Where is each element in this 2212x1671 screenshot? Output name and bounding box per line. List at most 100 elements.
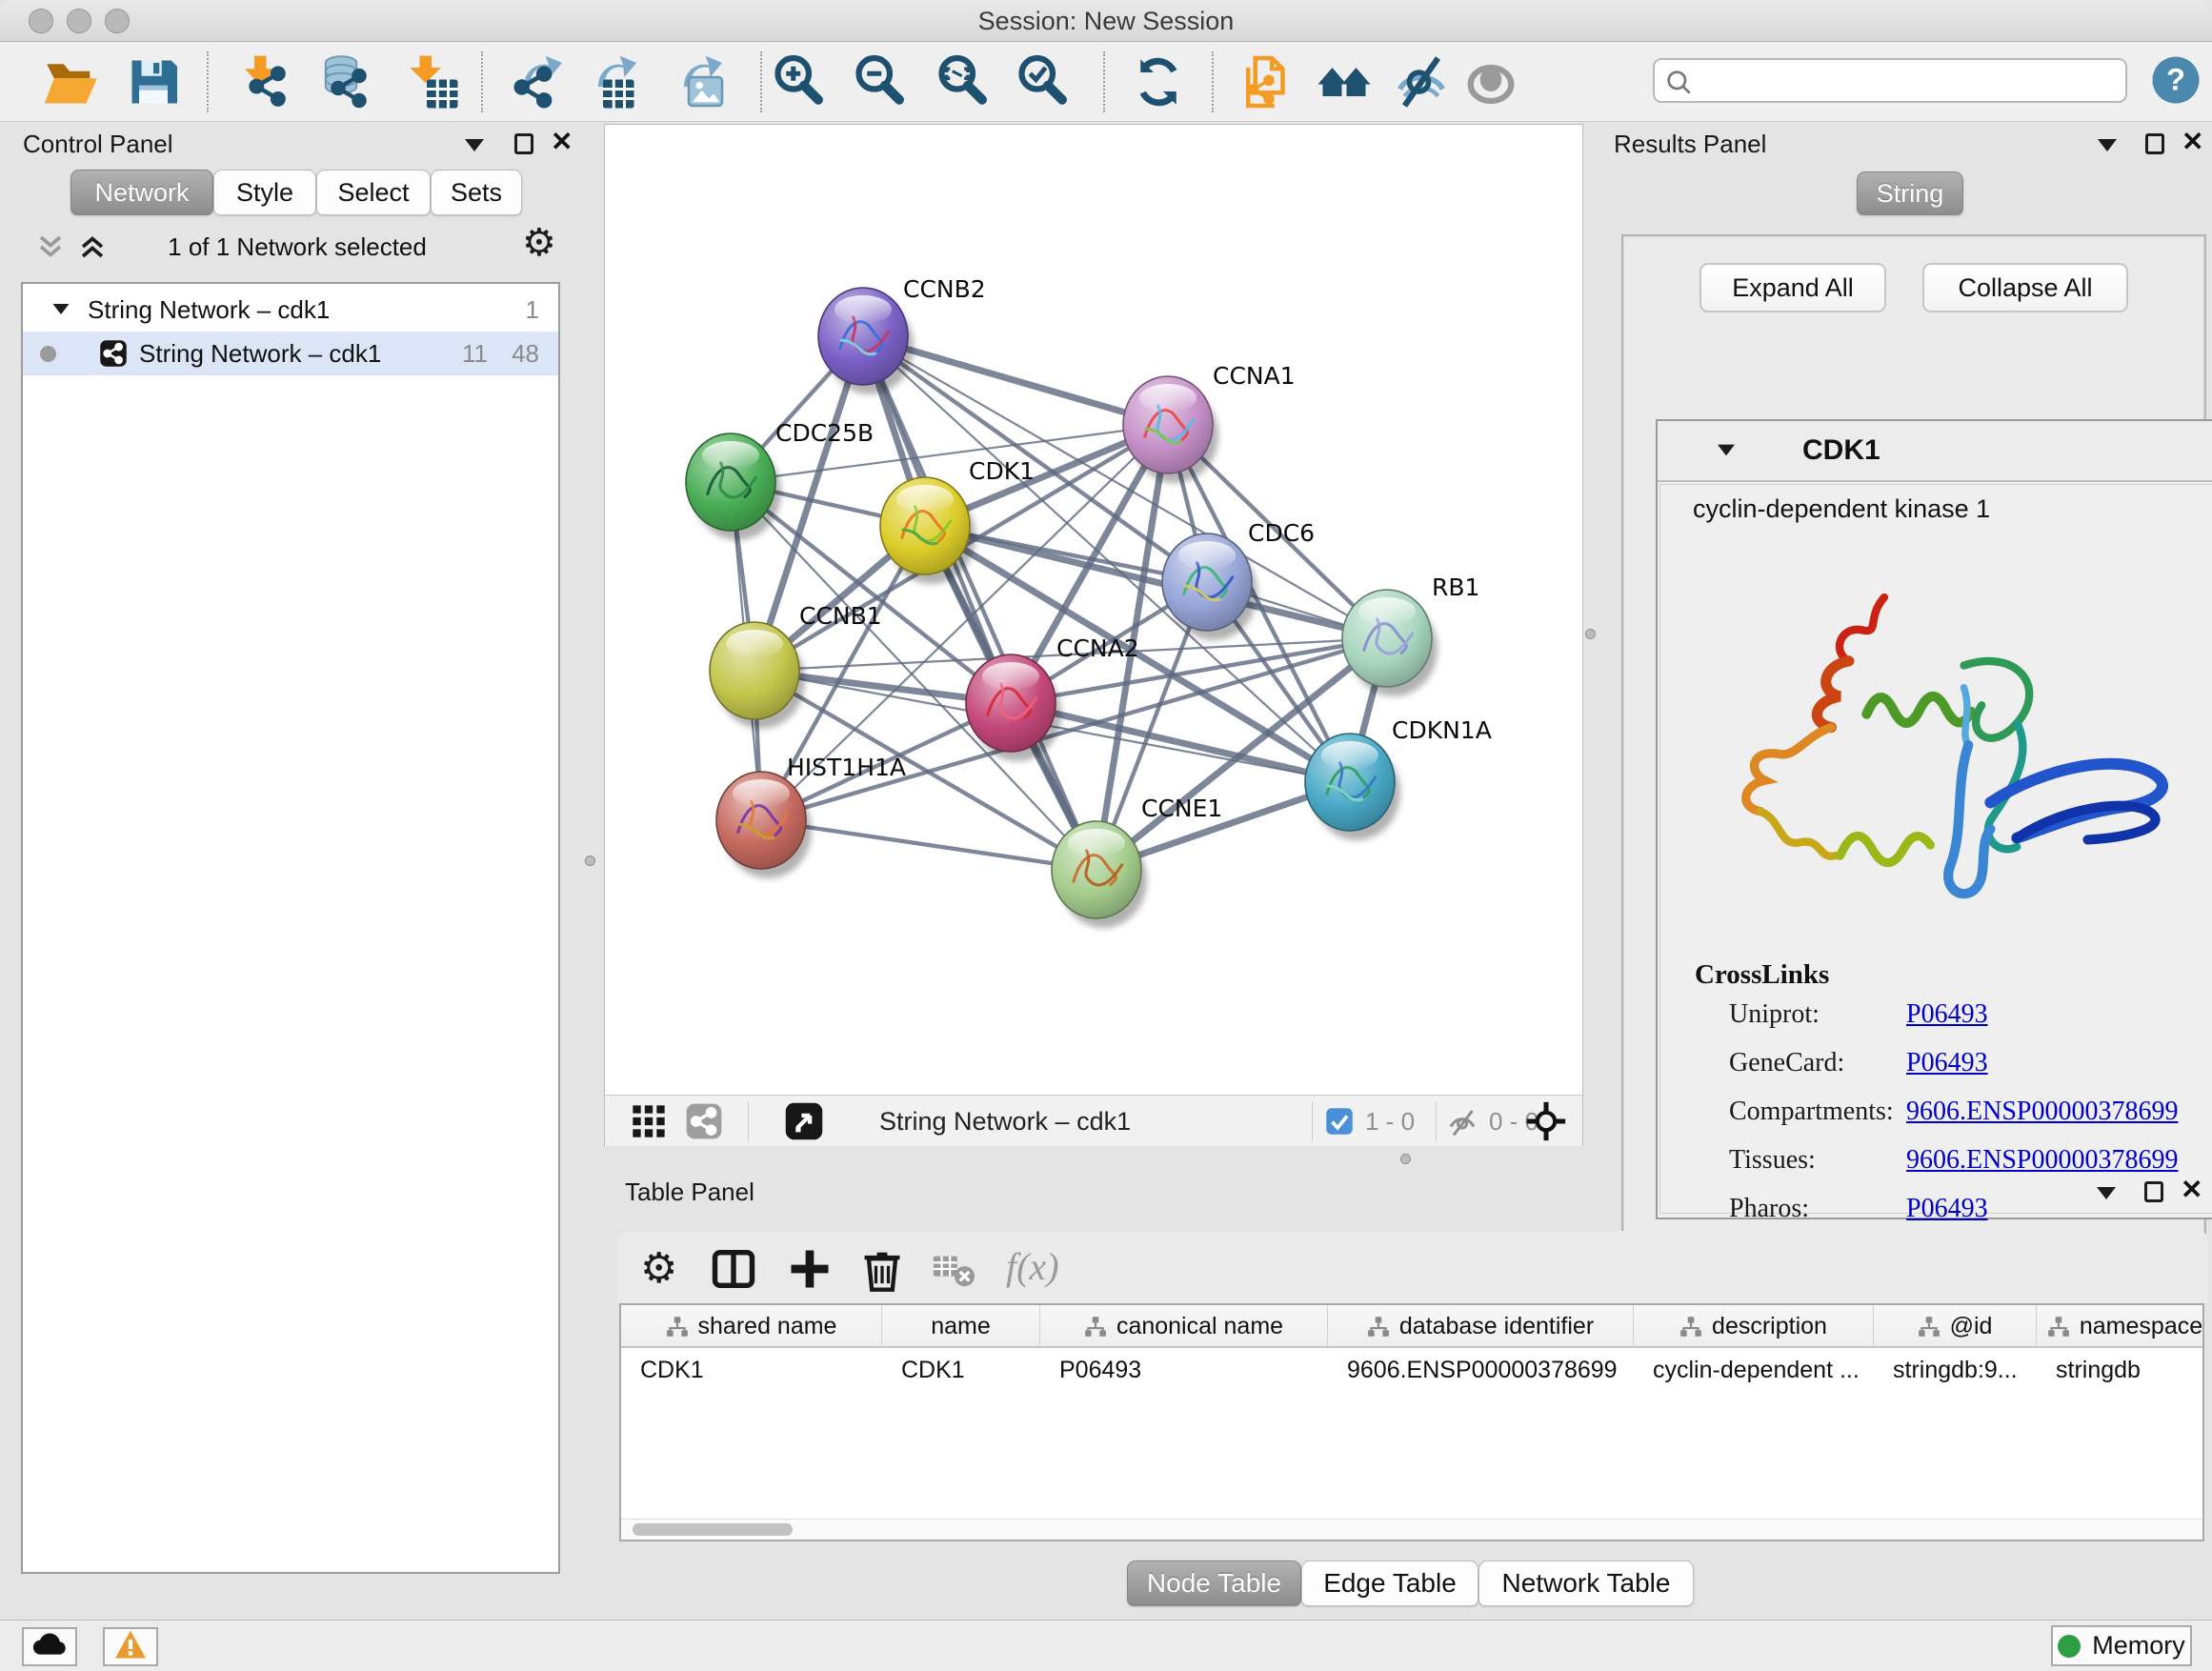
tab-edge-table[interactable]: Edge Table bbox=[1301, 1560, 1478, 1606]
table-panel-close-icon[interactable]: ✕ bbox=[2181, 1179, 2202, 1200]
tab-node-table[interactable]: Node Table bbox=[1127, 1560, 1301, 1606]
control-panel-float-icon[interactable] bbox=[514, 133, 533, 154]
import-table-icon[interactable] bbox=[403, 53, 460, 111]
tab-network-table[interactable]: Network Table bbox=[1478, 1560, 1694, 1606]
node-CCNA1[interactable] bbox=[1123, 376, 1218, 483]
collection-expander-icon[interactable] bbox=[53, 304, 70, 314]
footer-separator bbox=[748, 1101, 749, 1141]
import-network-icon[interactable] bbox=[235, 53, 292, 111]
column-header-canonical-name[interactable]: canonical name bbox=[1040, 1305, 1328, 1348]
node-CCNB2[interactable] bbox=[818, 288, 914, 394]
table-columns-icon[interactable] bbox=[709, 1244, 758, 1294]
collapse-all-button[interactable]: Collapse All bbox=[1922, 263, 2128, 312]
column-header-namespace[interactable]: namespace bbox=[2037, 1305, 2204, 1348]
results-panel-menu-icon[interactable] bbox=[2098, 139, 2117, 151]
toolbar-separator bbox=[1212, 51, 1214, 112]
gene-body: cyclin-dependent kinase 1 bbox=[1659, 484, 2212, 1214]
control-panel-close-icon[interactable]: ✕ bbox=[551, 131, 573, 152]
table-delete-column-icon[interactable] bbox=[857, 1244, 907, 1294]
expand-all-button[interactable]: Expand All bbox=[1699, 263, 1886, 312]
help-icon[interactable]: ? bbox=[2149, 53, 2202, 107]
gene-header[interactable]: CDK1 bbox=[1658, 421, 2212, 482]
search-input[interactable] bbox=[1704, 62, 2114, 98]
results-panel-float-icon[interactable] bbox=[2145, 133, 2164, 154]
import-network-database-icon[interactable] bbox=[317, 53, 374, 111]
node-CDKN1A[interactable] bbox=[1305, 734, 1400, 840]
table-gear-icon[interactable]: ⚙ bbox=[640, 1244, 690, 1294]
table-cell[interactable]: stringdb:9... bbox=[1874, 1350, 2037, 1390]
network-overview-icon[interactable] bbox=[1316, 53, 1373, 111]
cloud-button[interactable] bbox=[22, 1627, 77, 1666]
warning-button[interactable] bbox=[103, 1627, 158, 1666]
export-image-icon[interactable] bbox=[670, 53, 727, 111]
table-cell[interactable]: stringdb bbox=[2037, 1350, 2204, 1390]
zoom-in-icon[interactable] bbox=[771, 53, 828, 111]
control-panel-menu-icon[interactable] bbox=[465, 139, 484, 151]
column-header-name[interactable]: name bbox=[882, 1305, 1040, 1348]
gene-expander-icon[interactable] bbox=[1718, 445, 1735, 456]
collapse-all-icon[interactable] bbox=[34, 231, 67, 263]
edge-CCNA2-CDKN1A[interactable] bbox=[1011, 703, 1350, 782]
column-header-description[interactable]: description bbox=[1634, 1305, 1874, 1348]
table-cell[interactable]: 9606.ENSP00000378699 bbox=[1328, 1350, 1634, 1390]
footer-separator bbox=[1436, 1101, 1437, 1141]
node-HIST1H1A[interactable] bbox=[716, 772, 812, 878]
node-CDK1[interactable] bbox=[880, 477, 975, 584]
edge-CDK1-RB1[interactable] bbox=[925, 526, 1387, 638]
edge-CCNB2-CCNE1[interactable] bbox=[863, 336, 1096, 870]
bottom-splitter-handle[interactable] bbox=[1400, 1154, 1411, 1164]
tab-select[interactable]: Select bbox=[316, 170, 431, 215]
column-header-shared-name[interactable]: shared name bbox=[621, 1305, 882, 1348]
table-cell[interactable]: P06493 bbox=[1040, 1350, 1328, 1390]
tab-sets[interactable]: Sets bbox=[431, 170, 522, 215]
zoom-fit-icon[interactable] bbox=[935, 53, 992, 111]
results-panel-close-icon[interactable]: ✕ bbox=[2182, 131, 2203, 152]
export-table-icon[interactable] bbox=[584, 53, 641, 111]
grid-view-icon[interactable] bbox=[630, 1102, 668, 1140]
crosslink-link[interactable]: P06493 bbox=[1906, 1048, 1988, 1078]
node-RB1[interactable] bbox=[1342, 590, 1438, 696]
tab-network[interactable]: Network bbox=[70, 170, 213, 215]
table-cell[interactable]: CDK1 bbox=[882, 1350, 1040, 1390]
export-network-icon[interactable] bbox=[510, 53, 567, 111]
memory-button[interactable]: Memory bbox=[2051, 1625, 2192, 1666]
column-header-database-identifier[interactable]: database identifier bbox=[1328, 1305, 1634, 1348]
open-session-icon[interactable] bbox=[41, 53, 98, 111]
crosshair-icon[interactable] bbox=[1525, 1100, 1567, 1142]
refresh-icon[interactable] bbox=[1130, 53, 1187, 111]
table-panel-float-icon[interactable] bbox=[2144, 1181, 2163, 1202]
tab-string[interactable]: String bbox=[1857, 171, 1963, 215]
node-CDC25B[interactable] bbox=[686, 433, 781, 540]
network-badge-gray-icon[interactable] bbox=[685, 1102, 723, 1140]
network-collection-row[interactable]: String Network – cdk1 1 bbox=[23, 288, 558, 332]
table-cell[interactable]: CDK1 bbox=[621, 1350, 882, 1390]
network-canvas[interactable]: CCNB2CCNA1CDC25BCDK1CDC6RB1CCNB1CCNA2CDK… bbox=[604, 124, 1583, 1146]
save-session-icon[interactable] bbox=[125, 53, 182, 111]
hidden-eye-slash-icon[interactable] bbox=[1445, 1105, 1479, 1139]
table-add-column-icon[interactable] bbox=[785, 1244, 835, 1294]
zoom-out-icon[interactable] bbox=[852, 53, 909, 111]
svg-text:?: ? bbox=[2166, 62, 2185, 97]
crosslink-link[interactable]: 9606.ENSP00000378699 bbox=[1906, 1097, 2178, 1127]
network-row[interactable]: String Network – cdk1 11 48 bbox=[23, 332, 558, 375]
protein-structure-image bbox=[1699, 573, 2194, 944]
zoom-selected-icon[interactable] bbox=[1015, 53, 1072, 111]
network-node-count: 11 bbox=[462, 332, 488, 375]
annotation-icon[interactable] bbox=[1237, 53, 1295, 111]
tab-style[interactable]: Style bbox=[213, 170, 316, 215]
table-scrollbar-thumb[interactable] bbox=[633, 1523, 793, 1536]
table-horizontal-scrollbar[interactable] bbox=[621, 1519, 2202, 1540]
show-graphics-icon[interactable] bbox=[1462, 53, 1519, 111]
expand-all-icon[interactable] bbox=[76, 231, 109, 263]
birds-eye-view-icon[interactable] bbox=[784, 1101, 824, 1141]
table-panel-menu-icon[interactable] bbox=[2097, 1187, 2116, 1199]
left-splitter-handle[interactable] bbox=[585, 856, 595, 866]
gear-icon[interactable]: ⚙ bbox=[522, 221, 556, 265]
crosslink-link[interactable]: P06493 bbox=[1906, 999, 1988, 1030]
table-row[interactable]: CDK1CDK1P064939606.ENSP00000378699cyclin… bbox=[621, 1350, 2204, 1390]
column-header--id[interactable]: @id bbox=[1874, 1305, 2037, 1348]
results-panel-title: Results Panel bbox=[1614, 130, 1766, 159]
table-cell[interactable]: cyclin-dependent ... bbox=[1634, 1350, 1874, 1390]
hide-graphics-icon[interactable] bbox=[1393, 53, 1450, 111]
selected-checkbox-icon[interactable] bbox=[1325, 1107, 1354, 1136]
